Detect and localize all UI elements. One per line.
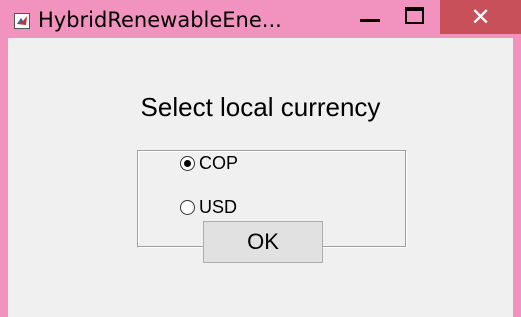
dialog-heading: Select local currency [140, 92, 381, 122]
title-bar[interactable]: HybridRenewableEne... ✕ [0, 0, 521, 38]
close-button[interactable]: ✕ [440, 0, 521, 34]
matlab-app-icon [14, 13, 30, 29]
radio-cop-label[interactable]: COP [199, 153, 238, 174]
ok-button[interactable]: OK [203, 221, 323, 263]
minimize-button[interactable] [348, 0, 392, 38]
radio-cop[interactable]: COP [180, 153, 238, 174]
radio-usd[interactable]: USD [180, 197, 237, 218]
radio-button-unchecked-icon[interactable] [180, 200, 195, 215]
minimize-icon [360, 19, 380, 22]
radio-usd-label[interactable]: USD [199, 197, 237, 218]
window-title: HybridRenewableEne... [38, 8, 282, 32]
close-icon: ✕ [470, 3, 491, 31]
dialog-window: HybridRenewableEne... ✕ Select local cur… [0, 0, 521, 317]
dialog-content: Select local currency [8, 38, 513, 317]
maximize-icon [405, 7, 424, 24]
maximize-button[interactable] [392, 0, 436, 38]
radio-button-checked-icon[interactable] [180, 156, 195, 171]
